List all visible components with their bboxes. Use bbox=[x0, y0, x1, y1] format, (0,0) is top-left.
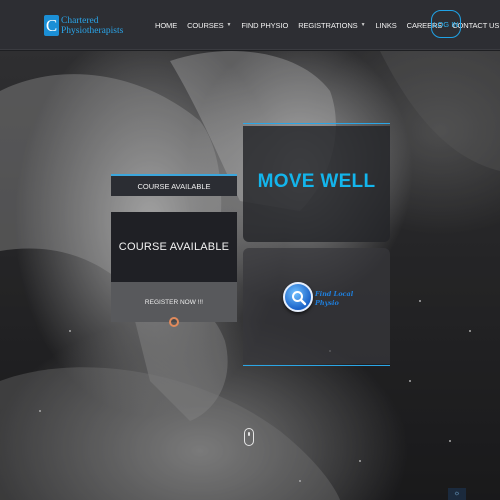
chevron-down-icon: ▼ bbox=[226, 22, 232, 28]
slider-dot[interactable] bbox=[169, 317, 179, 327]
find-physio-card[interactable]: Find Local Physio bbox=[243, 248, 390, 364]
find-physio-line-2: Physio bbox=[315, 299, 339, 307]
nav-links[interactable]: LINKS bbox=[370, 21, 401, 30]
nav-registrations[interactable]: REGISTRATIONS ▼ bbox=[293, 21, 370, 30]
nav-home-label: HOME bbox=[155, 20, 178, 30]
register-now-label: REGISTER NOW !!! bbox=[144, 298, 204, 306]
find-physio-line-1: Find Local bbox=[315, 290, 354, 298]
move-well-card: MOVE WELL bbox=[243, 126, 390, 242]
course-title: COURSE AVAILABLE bbox=[118, 241, 230, 253]
chevron-down-icon: ▼ bbox=[360, 22, 366, 28]
register-now-button[interactable]: REGISTER NOW !!! bbox=[111, 282, 237, 322]
site-header: C Chartered Physiotherapists HOME COURSE… bbox=[0, 0, 500, 50]
nav-courses[interactable]: COURSES ▼ bbox=[182, 21, 236, 30]
logo-line-2: Physiotherapists bbox=[61, 25, 124, 36]
nav-registrations-label: REGISTRATIONS bbox=[298, 20, 358, 30]
nav-courses-label: COURSES bbox=[187, 20, 224, 30]
nav-home[interactable]: HOME bbox=[150, 21, 182, 30]
nav-find-physio-label: FIND PHYSIO bbox=[241, 20, 289, 30]
headline: MOVE WELL bbox=[257, 171, 376, 192]
logo-mark: C bbox=[44, 15, 59, 36]
hero-banner: COURSE AVAILABLE COURSE AVAILABLE REGIST… bbox=[0, 51, 500, 500]
course-available-label: COURSE AVAILABLE bbox=[111, 174, 237, 196]
logo-line-1: Chartered bbox=[61, 15, 99, 26]
nav-find-physio[interactable]: FIND PHYSIO bbox=[236, 21, 293, 30]
find-local-physio-link[interactable]: Find Local Physio bbox=[315, 290, 353, 308]
chat-widget-icon[interactable]: ☼ bbox=[448, 488, 466, 500]
course-slide: COURSE AVAILABLE bbox=[111, 212, 237, 282]
search-icon[interactable] bbox=[283, 282, 313, 312]
logo-text: Chartered Physiotherapists bbox=[61, 16, 123, 36]
nav-links-label: LINKS bbox=[375, 20, 397, 30]
mouse-scroll-icon[interactable] bbox=[244, 428, 254, 446]
login-button[interactable]: LOG IN bbox=[431, 10, 461, 38]
site-logo[interactable]: C Chartered Physiotherapists bbox=[44, 15, 123, 36]
promo-panel: MOVE WELL Find Local Physio bbox=[243, 123, 390, 366]
